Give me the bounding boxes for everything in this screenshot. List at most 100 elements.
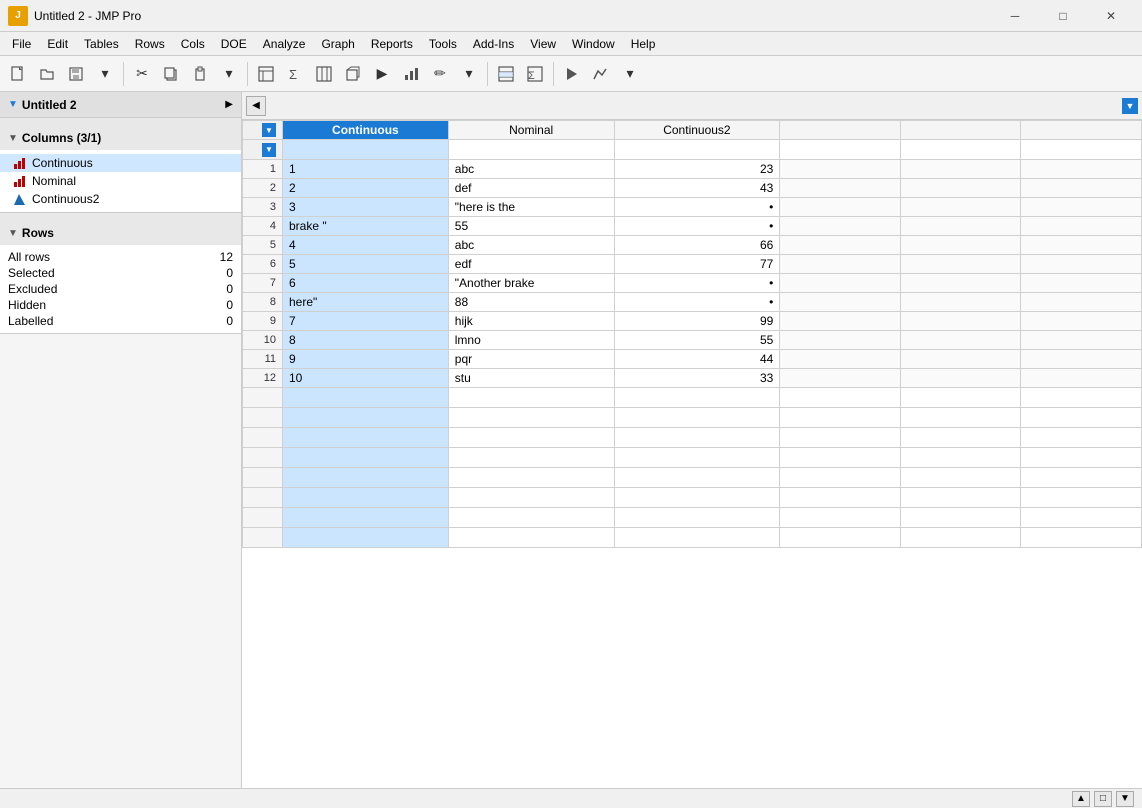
cell-nominal[interactable]: 55: [448, 217, 614, 236]
columns-header[interactable]: ▼ Columns (3/1): [0, 126, 241, 150]
toolbar-chart[interactable]: [397, 60, 425, 88]
table-row[interactable]: 119pqr44: [243, 350, 1142, 369]
toolbar-sum[interactable]: Σ: [281, 60, 309, 88]
toolbar-new[interactable]: [4, 60, 32, 88]
cell-continuous[interactable]: here": [283, 293, 449, 312]
menu-tools[interactable]: Tools: [421, 32, 465, 55]
toolbar-paste[interactable]: [186, 60, 214, 88]
cell-continuous[interactable]: 7: [283, 312, 449, 331]
row-filter-arrow[interactable]: ▼: [262, 123, 276, 137]
cell-nominal[interactable]: lmno: [448, 331, 614, 350]
cell-continuous2[interactable]: 77: [614, 255, 780, 274]
menu-graph[interactable]: Graph: [313, 32, 362, 55]
table-row[interactable]: 33"here is the•: [243, 198, 1142, 217]
cell-continuous[interactable]: 8: [283, 331, 449, 350]
cell-continuous[interactable]: 1: [283, 160, 449, 179]
table-row[interactable]: 11abc23: [243, 160, 1142, 179]
data-table-container[interactable]: ▼ Continuous Nominal Continuous2: [242, 120, 1142, 788]
toolbar-subset[interactable]: [339, 60, 367, 88]
cell-continuous2[interactable]: 55: [614, 331, 780, 350]
cell-continuous[interactable]: 9: [283, 350, 449, 369]
toolbar-datatable[interactable]: [252, 60, 280, 88]
cell-nominal[interactable]: 88: [448, 293, 614, 312]
cell-nominal[interactable]: edf: [448, 255, 614, 274]
menu-reports[interactable]: Reports: [363, 32, 421, 55]
cell-continuous2[interactable]: 99: [614, 312, 780, 331]
toolbar-lineplot-dropdown[interactable]: ▾: [616, 60, 644, 88]
cell-continuous2[interactable]: •: [614, 274, 780, 293]
toolbar-open[interactable]: [33, 60, 61, 88]
col-header-continuous2[interactable]: Continuous2: [614, 121, 780, 140]
dataset-header[interactable]: ▼ Untitled 2 ▶: [0, 92, 241, 118]
menu-analyze[interactable]: Analyze: [255, 32, 314, 55]
toolbar-copy[interactable]: [157, 60, 185, 88]
table-row[interactable]: 97hijk99: [243, 312, 1142, 331]
table-row[interactable]: 65edf77: [243, 255, 1142, 274]
cell-nominal[interactable]: hijk: [448, 312, 614, 331]
table-row[interactable]: 108lmno55: [243, 331, 1142, 350]
cell-continuous2[interactable]: •: [614, 293, 780, 312]
cell-continuous[interactable]: 5: [283, 255, 449, 274]
table-row[interactable]: 54abc66: [243, 236, 1142, 255]
cell-continuous2[interactable]: 66: [614, 236, 780, 255]
cell-continuous[interactable]: 6: [283, 274, 449, 293]
toolbar-save-dropdown[interactable]: ▾: [91, 60, 119, 88]
row-dropdown-arrow[interactable]: ▼: [262, 143, 276, 157]
toolbar-cut[interactable]: ✂: [128, 60, 156, 88]
cell-continuous2[interactable]: 23: [614, 160, 780, 179]
toolbar-calc[interactable]: Σ: [521, 60, 549, 88]
cell-continuous[interactable]: 4: [283, 236, 449, 255]
cell-nominal[interactable]: "here is the: [448, 198, 614, 217]
menu-doe[interactable]: DOE: [213, 32, 255, 55]
status-up-btn[interactable]: ▲: [1072, 791, 1090, 807]
menu-rows[interactable]: Rows: [127, 32, 173, 55]
expand-right-icon[interactable]: ▶: [225, 99, 233, 110]
nav-left-arrow[interactable]: ◀: [246, 96, 266, 116]
status-window-btn[interactable]: □: [1094, 791, 1112, 807]
menu-tables[interactable]: Tables: [76, 32, 127, 55]
cell-continuous2[interactable]: 44: [614, 350, 780, 369]
table-row[interactable]: 4brake "55•: [243, 217, 1142, 236]
menu-window[interactable]: Window: [564, 32, 623, 55]
cell-continuous[interactable]: brake ": [283, 217, 449, 236]
table-row[interactable]: 22def43: [243, 179, 1142, 198]
cell-nominal[interactable]: abc: [448, 160, 614, 179]
col-header-continuous[interactable]: Continuous: [283, 121, 449, 140]
cell-continuous[interactable]: 3: [283, 198, 449, 217]
table-row[interactable]: 1210stu33: [243, 369, 1142, 388]
cell-nominal[interactable]: abc: [448, 236, 614, 255]
status-down-btn[interactable]: ▼: [1116, 791, 1134, 807]
column-item-continuous2[interactable]: Continuous2: [0, 190, 241, 208]
menu-file[interactable]: File: [4, 32, 39, 55]
cell-continuous2[interactable]: 33: [614, 369, 780, 388]
toolbar-row-select[interactable]: [492, 60, 520, 88]
close-button[interactable]: ✕: [1088, 0, 1134, 32]
toolbar-edit-script[interactable]: ✏: [426, 60, 454, 88]
column-item-continuous[interactable]: Continuous: [0, 154, 241, 172]
toolbar-paste-dropdown[interactable]: ▾: [215, 60, 243, 88]
menu-view[interactable]: View: [522, 32, 564, 55]
menu-help[interactable]: Help: [623, 32, 664, 55]
column-item-nominal[interactable]: Nominal: [0, 172, 241, 190]
col-header-nominal[interactable]: Nominal: [448, 121, 614, 140]
table-row[interactable]: 8here"88•: [243, 293, 1142, 312]
col-header-dropdown[interactable]: ▼: [1122, 98, 1138, 114]
menu-edit[interactable]: Edit: [39, 32, 76, 55]
menu-cols[interactable]: Cols: [173, 32, 213, 55]
toolbar-script-dropdown[interactable]: ▾: [455, 60, 483, 88]
cell-continuous2[interactable]: 43: [614, 179, 780, 198]
cell-continuous2[interactable]: •: [614, 198, 780, 217]
cell-nominal[interactable]: stu: [448, 369, 614, 388]
toolbar-save[interactable]: [62, 60, 90, 88]
maximize-button[interactable]: □: [1040, 0, 1086, 32]
menu-addins[interactable]: Add-Ins: [465, 32, 522, 55]
table-row[interactable]: 76"Another brake•: [243, 274, 1142, 293]
cell-continuous2[interactable]: •: [614, 217, 780, 236]
toolbar-lineplot[interactable]: [587, 60, 615, 88]
toolbar-graph-arrow[interactable]: ▶: [368, 60, 396, 88]
toolbar-run[interactable]: [558, 60, 586, 88]
minimize-button[interactable]: ─: [992, 0, 1038, 32]
cell-continuous[interactable]: 10: [283, 369, 449, 388]
rows-header[interactable]: ▼ Rows: [0, 221, 241, 245]
cell-continuous[interactable]: 2: [283, 179, 449, 198]
